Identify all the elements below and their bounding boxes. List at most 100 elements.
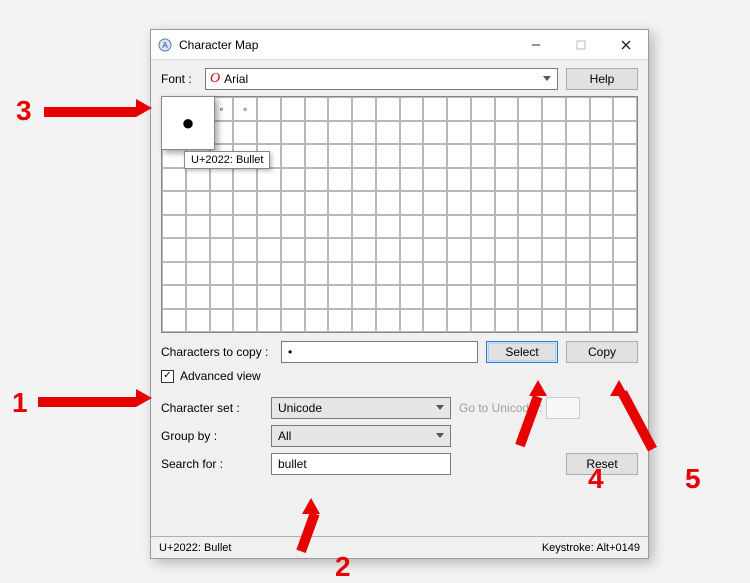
charset-dropdown[interactable]: Unicode (271, 397, 451, 419)
grid-cell[interactable] (423, 191, 447, 215)
grid-cell[interactable] (257, 215, 281, 239)
grid-cell[interactable] (566, 168, 590, 192)
grid-cell[interactable] (423, 215, 447, 239)
grid-cell[interactable] (471, 168, 495, 192)
grid-cell[interactable] (162, 191, 186, 215)
grid-cell[interactable] (542, 191, 566, 215)
grid-cell[interactable] (400, 215, 424, 239)
grid-cell[interactable] (566, 285, 590, 309)
grid-cell[interactable] (447, 121, 471, 145)
grid-cell[interactable] (257, 97, 281, 121)
grid-cell[interactable] (233, 309, 257, 333)
grid-cell[interactable] (566, 238, 590, 262)
grid-cell[interactable] (542, 144, 566, 168)
grid-cell[interactable] (542, 309, 566, 333)
grid-cell[interactable] (352, 238, 376, 262)
grid-cell[interactable] (210, 238, 234, 262)
grid-cell[interactable] (305, 121, 329, 145)
copy-button[interactable]: Copy (566, 341, 638, 363)
grid-cell[interactable] (495, 168, 519, 192)
grid-cell[interactable] (447, 144, 471, 168)
grid-cell[interactable] (328, 238, 352, 262)
grid-cell[interactable] (328, 191, 352, 215)
grid-cell[interactable] (233, 191, 257, 215)
grid-cell[interactable] (613, 97, 637, 121)
grid-cell[interactable] (400, 285, 424, 309)
grid-cell[interactable] (542, 97, 566, 121)
grid-cell[interactable] (423, 121, 447, 145)
grid-cell[interactable] (257, 285, 281, 309)
grid-cell[interactable] (233, 238, 257, 262)
grid-cell[interactable] (352, 309, 376, 333)
grid-cell[interactable] (590, 144, 614, 168)
grid-cell[interactable] (400, 97, 424, 121)
maximize-button[interactable] (558, 30, 603, 60)
grid-cell[interactable] (423, 144, 447, 168)
grid-cell[interactable] (376, 238, 400, 262)
grid-cell[interactable] (233, 168, 257, 192)
grid-cell[interactable] (352, 121, 376, 145)
grid-cell[interactable] (352, 262, 376, 286)
grid-cell[interactable] (471, 97, 495, 121)
grid-cell[interactable] (186, 238, 210, 262)
grid-cell[interactable] (352, 191, 376, 215)
grid-cell[interactable] (186, 262, 210, 286)
grid-cell[interactable] (305, 144, 329, 168)
grid-cell[interactable] (210, 168, 234, 192)
grid-cell[interactable] (447, 285, 471, 309)
grid-cell[interactable] (210, 285, 234, 309)
grid-cell[interactable] (518, 262, 542, 286)
grid-cell[interactable] (471, 144, 495, 168)
grid-cell[interactable] (186, 309, 210, 333)
grid-cell[interactable] (352, 215, 376, 239)
grid-cell[interactable] (447, 168, 471, 192)
grid-cell[interactable] (305, 168, 329, 192)
grid-cell[interactable] (376, 309, 400, 333)
grid-cell[interactable] (210, 215, 234, 239)
grid-cell[interactable] (566, 262, 590, 286)
grid-cell[interactable] (495, 262, 519, 286)
grid-cell[interactable] (305, 215, 329, 239)
grid-cell[interactable] (613, 168, 637, 192)
grid-cell[interactable] (518, 168, 542, 192)
grid-cell[interactable] (423, 262, 447, 286)
grid-cell[interactable] (162, 262, 186, 286)
grid-cell[interactable] (471, 285, 495, 309)
grid-cell[interactable] (400, 262, 424, 286)
grid-cell[interactable] (162, 309, 186, 333)
grid-cell[interactable] (281, 191, 305, 215)
grid-cell[interactable] (328, 144, 352, 168)
grid-cell[interactable] (328, 168, 352, 192)
grid-cell[interactable] (495, 144, 519, 168)
grid-cell[interactable] (210, 262, 234, 286)
grid-cell[interactable] (613, 309, 637, 333)
grid-cell[interactable] (352, 168, 376, 192)
grid-cell[interactable] (495, 238, 519, 262)
reset-button[interactable]: Reset (566, 453, 638, 475)
grid-cell[interactable] (400, 191, 424, 215)
grid-cell[interactable] (186, 168, 210, 192)
grid-cell[interactable] (542, 238, 566, 262)
group-by-dropdown[interactable]: All (271, 425, 451, 447)
character-grid[interactable]: ● U+2022: Bullet ◦◦◦ (161, 96, 638, 333)
grid-cell[interactable] (186, 191, 210, 215)
grid-cell[interactable] (305, 191, 329, 215)
grid-cell[interactable] (400, 238, 424, 262)
grid-cell[interactable] (257, 121, 281, 145)
grid-cell[interactable] (518, 97, 542, 121)
grid-cell[interactable]: ◦ (233, 97, 257, 121)
grid-cell[interactable] (162, 285, 186, 309)
grid-cell[interactable] (542, 262, 566, 286)
grid-cell[interactable] (566, 215, 590, 239)
grid-cell[interactable] (613, 262, 637, 286)
grid-cell[interactable] (376, 191, 400, 215)
help-button[interactable]: Help (566, 68, 638, 90)
grid-cell[interactable] (590, 262, 614, 286)
grid-cell[interactable] (471, 215, 495, 239)
grid-cell[interactable] (257, 168, 281, 192)
select-button[interactable]: Select (486, 341, 558, 363)
grid-cell[interactable] (257, 262, 281, 286)
grid-cell[interactable] (566, 97, 590, 121)
grid-cell[interactable] (590, 121, 614, 145)
grid-cell[interactable] (352, 144, 376, 168)
